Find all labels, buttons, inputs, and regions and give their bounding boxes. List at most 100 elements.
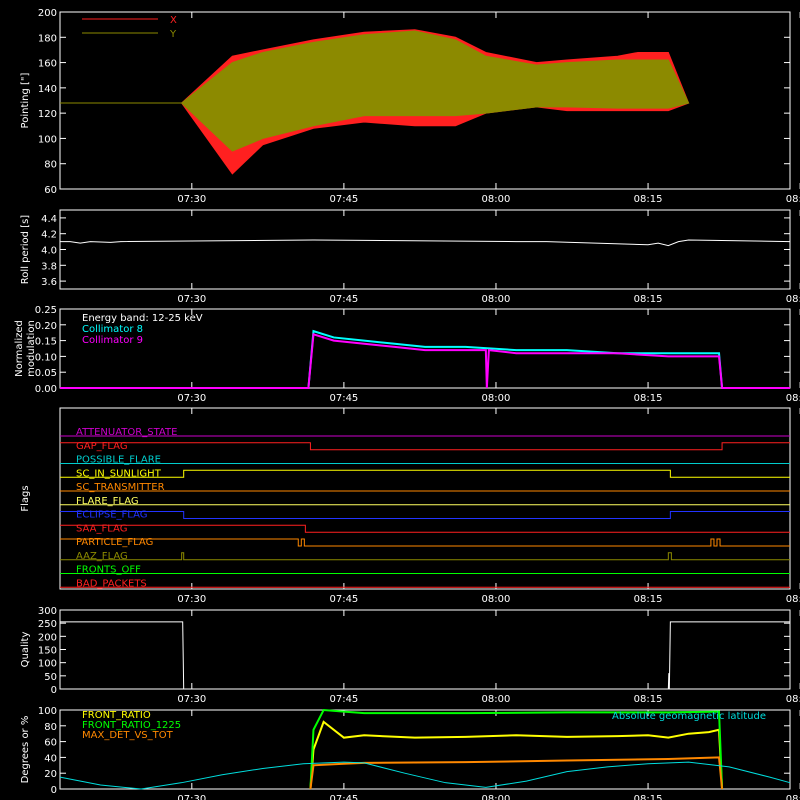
ratios-legend-2: MAX_DET_VS_TOT: [82, 730, 174, 741]
ratios-xtick-label: 07:45: [329, 794, 358, 800]
modulation-ytick-label: 0.25: [35, 305, 57, 316]
ratios-xtick-label: 08:00: [482, 794, 511, 800]
modulation-series-collimator9: [60, 332, 790, 389]
legend-label-x: X: [170, 15, 177, 26]
flags-ylabel: Flags: [20, 485, 31, 511]
flag-label-particle-flag: PARTICLE_FLAG: [76, 537, 153, 548]
quality-ytick-label: 250: [38, 619, 57, 630]
roll-ytick-label: 3.8: [41, 261, 57, 272]
flag-label-attenuator-state: ATTENUATOR_STATE: [76, 427, 177, 438]
legend-label-y: Y: [169, 29, 177, 40]
modulation-ylabel: Normalized: [14, 320, 25, 377]
pointing-ytick-label: 60: [44, 185, 57, 196]
flag-line-particle-flag: [60, 538, 790, 547]
flags-xtick-label: 08:30: [786, 594, 800, 605]
flag-line-gap-flag: [60, 442, 790, 451]
ratios-ytick-label: 60: [44, 738, 57, 749]
modulation-ytick-label: 0.05: [35, 368, 57, 379]
modulation-ytick-label: 0.10: [35, 352, 57, 363]
ratios-ylabel: Degrees or %: [20, 716, 31, 784]
flag-label-possible-flare: POSSIBLE_FLARE: [76, 455, 161, 466]
pointing-ytick-label: 80: [44, 160, 57, 171]
pointing-xtick-label: 08:30: [786, 194, 800, 205]
quality-ytick-label: 300: [38, 606, 57, 617]
flag-label-sc-in-sunlight: SC_IN_SUNLIGHT: [76, 468, 162, 479]
quality-ytick-label: 150: [38, 646, 57, 657]
pointing-series-y: [60, 30, 690, 152]
quality-ytick-label: 0: [51, 685, 57, 696]
quality-series-line: [60, 621, 790, 690]
flag-label-flare-flag: FLARE_FLAG: [76, 496, 139, 507]
modulation-legend-0: Energy band: 12-25 keV: [82, 313, 203, 324]
roll-xtick-label: 08:30: [786, 294, 800, 305]
quality-xtick-label: 07:30: [177, 694, 206, 705]
flag-line-eclipse-flag: [60, 511, 790, 519]
quality-ytick-label: 100: [38, 659, 57, 670]
quality-xtick-label: 08:00: [482, 694, 511, 705]
pointing-ytick-label: 100: [38, 134, 57, 145]
roll-series-line: [60, 239, 791, 247]
pointing-xtick-label: 08:00: [482, 194, 511, 205]
pointing-ytick-label: 180: [38, 33, 57, 44]
modulation-xtick-label: 08:15: [634, 393, 663, 404]
quality-xtick-label: 07:45: [329, 694, 358, 705]
quality-xtick-label: 08:30: [786, 694, 800, 705]
flag-line-saa-flag: [60, 524, 790, 533]
roll-axes-frame: [59, 209, 791, 290]
modulation-legend-2: Collimator 9: [82, 335, 143, 346]
quality-ytick-label: 50: [44, 672, 57, 683]
ratios-xtick-label: 07:30: [177, 794, 206, 800]
pointing-xtick-label: 07:30: [177, 194, 206, 205]
quality-ytick-label: 200: [38, 632, 57, 643]
flag-label-fronts-off: FRONTS_OFF: [76, 565, 141, 576]
flag-label-bad-packets: BAD_PACKETS: [76, 578, 147, 589]
modulation-xtick-label: 07:30: [177, 393, 206, 404]
modulation-series-collimator8: [60, 329, 790, 389]
roll-ytick-label: 3.6: [41, 277, 57, 288]
roll-ytick-label: 4.2: [41, 230, 57, 241]
pointing-ytick-label: 140: [38, 84, 57, 95]
flag-label-sc-transmitter: SC_TRANSMITTER: [76, 482, 165, 493]
ratios-ytick-label: 40: [44, 753, 57, 764]
flag-label-saa-flag: SAA_FLAG: [76, 523, 127, 534]
pointing-ytick-label: 120: [38, 109, 57, 120]
roll-xtick-label: 07:45: [329, 294, 358, 305]
ratios-ytick-label: 80: [44, 722, 57, 733]
flag-label-aaz-flag: AAZ_FLAG: [76, 551, 128, 562]
roll-xtick-label: 07:30: [177, 294, 206, 305]
flag-line-sc-in-sunlight: [60, 469, 790, 478]
ratios-series-0: [309, 720, 724, 790]
pointing-ytick-label: 160: [38, 59, 57, 70]
modulation-xtick-label: 07:45: [329, 393, 358, 404]
flags-xtick-label: 07:45: [329, 594, 358, 605]
modulation-legend-1: Collimator 8: [82, 324, 143, 335]
roll-ylabel: Roll period [s]: [20, 215, 31, 284]
flags-xtick-label: 07:30: [177, 594, 206, 605]
modulation-ytick-label: 0.15: [35, 337, 57, 348]
chart-canvas: 07:3007:4508:0008:1508:3008:45Pointing […: [14, 8, 800, 800]
modulation-ytick-label: 0.00: [35, 384, 57, 395]
pointing-ytick-label: 200: [38, 8, 57, 19]
roll-xtick-label: 08:00: [482, 294, 511, 305]
ratios-ytick-label: 0: [51, 785, 57, 796]
quality-xtick-label: 08:15: [634, 694, 663, 705]
pointing-xtick-label: 07:45: [329, 194, 358, 205]
flag-line-aaz-flag: [60, 552, 790, 561]
ratios-xtick-label: 08:30: [786, 794, 800, 800]
modulation-ytick-label: 0.20: [35, 321, 57, 332]
flag-label-gap-flag: GAP_FLAG: [76, 441, 128, 452]
ratios-series-2: [309, 756, 724, 790]
roll-ytick-label: 4.0: [41, 246, 57, 257]
quality-ylabel: Quality: [20, 632, 31, 668]
ratios-ytick-label: 20: [44, 769, 57, 780]
modulation-xtick-label: 08:30: [786, 393, 800, 404]
flags-xtick-label: 08:15: [634, 594, 663, 605]
ratios-legend-3: Absolute geomagnetic latitude: [612, 711, 766, 722]
pointing-ylabel: Pointing ["]: [20, 72, 31, 128]
ratios-series-3: [59, 761, 791, 790]
roll-ytick-label: 4.4: [41, 214, 57, 225]
ratios-xtick-label: 08:15: [634, 794, 663, 800]
roll-xtick-label: 08:15: [634, 294, 663, 305]
flags-xtick-label: 08:00: [482, 594, 511, 605]
flag-label-eclipse-flag: ECLIPSE_FLAG: [76, 510, 147, 521]
